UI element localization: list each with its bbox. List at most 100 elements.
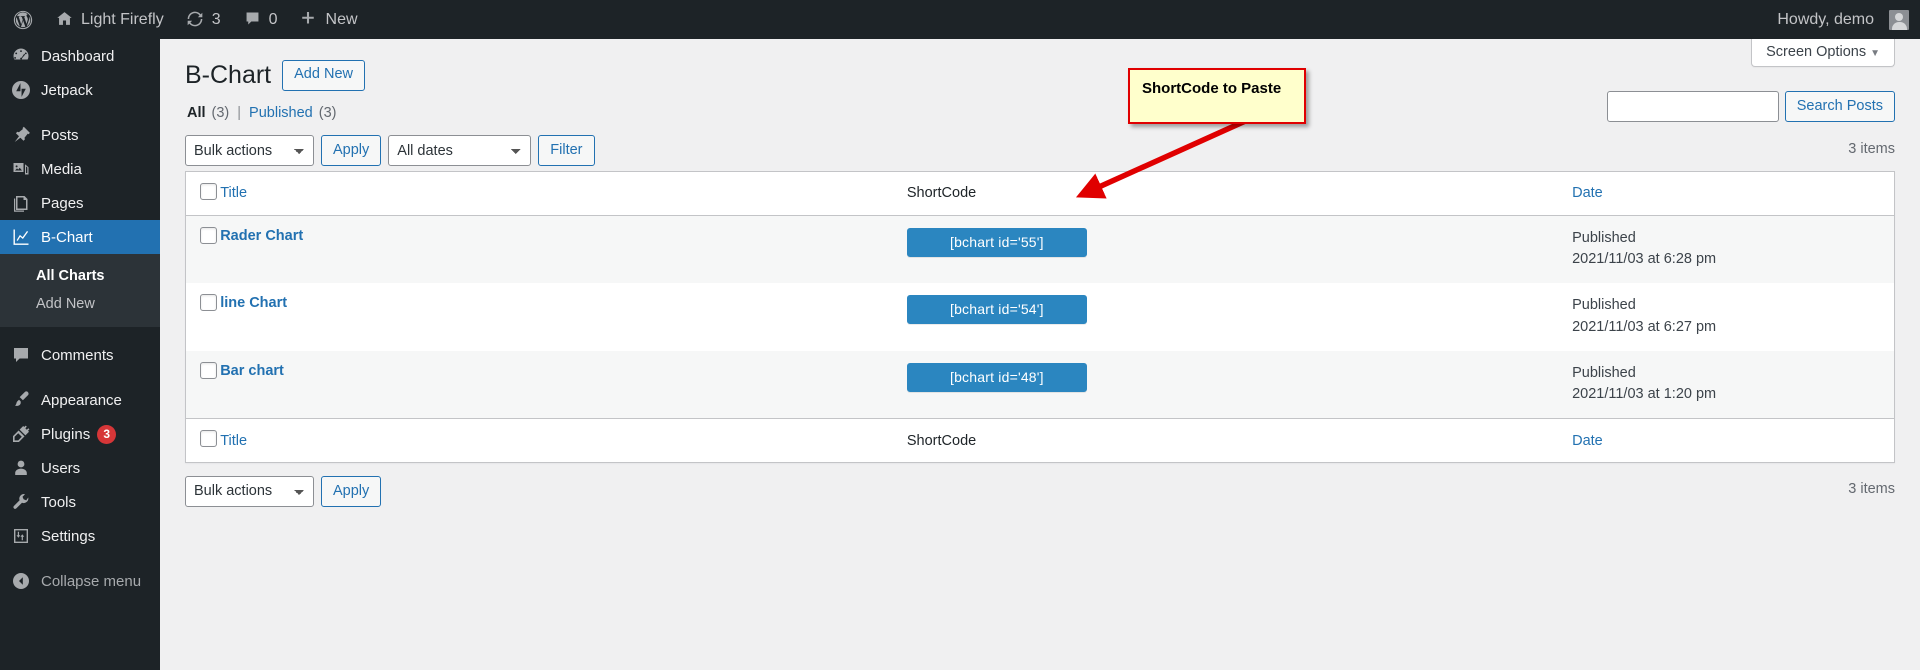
select-all-checkbox-bottom[interactable] (200, 430, 217, 447)
apply-button-top[interactable]: Apply (321, 135, 382, 166)
menu-separator (0, 553, 160, 564)
wrench-icon (11, 492, 31, 512)
table-row: line Chart [bchart id='54'] Published 20… (186, 283, 1894, 351)
chart-title-link[interactable]: Rader Chart (220, 228, 303, 244)
updates-icon (186, 10, 205, 29)
jetpack-icon (11, 80, 31, 100)
shortcode-copy-button[interactable]: [bchart id='55'] (906, 227, 1087, 257)
site-name-menu[interactable]: Light Firefly (44, 0, 175, 39)
table-nav-top: Bulk actionsEditMove to Trash Apply All … (185, 135, 1895, 167)
add-new-button[interactable]: Add New (282, 59, 365, 91)
shortcode-copy-button[interactable]: [bchart id='54'] (906, 295, 1087, 324)
column-footer-date[interactable]: Date (1572, 418, 1894, 462)
column-header-shortcode: ShortCode (906, 171, 1573, 216)
sidebar-item-appearance[interactable]: Appearance (0, 383, 160, 417)
dashboard-icon (11, 46, 31, 66)
select-all-checkbox-top[interactable] (200, 182, 217, 200)
table-footer-row: Title ShortCode Date (186, 418, 1894, 462)
column-footer-title[interactable]: Title (220, 418, 907, 462)
filter-count-published: (3) (318, 104, 337, 121)
row-checkbox[interactable] (200, 294, 217, 311)
sidebar-item-label: Tools (41, 493, 77, 511)
sidebar-item-media[interactable]: Media (0, 152, 160, 186)
filter-count-all: (3) (211, 104, 230, 121)
filter-button[interactable]: Filter (538, 135, 595, 166)
row-status: Published (1572, 229, 1636, 246)
chevron-down-icon: ▼ (1870, 48, 1880, 59)
submenu-item-add-new[interactable]: Add New (0, 290, 160, 318)
wordpress-logo-icon (13, 10, 33, 29)
select-all-header (186, 171, 221, 216)
row-date-cell: Published 2021/11/03 at 6:27 pm (1572, 283, 1894, 351)
media-icon (11, 159, 31, 179)
site-name-label: Light Firefly (81, 10, 164, 28)
sidebar-item-label: Dashboard (41, 47, 115, 65)
sidebar-item-pages[interactable]: Pages (0, 186, 160, 220)
row-status: Published (1572, 364, 1636, 381)
screen-options-label: Screen Options (1766, 44, 1867, 60)
new-content-menu[interactable]: New (289, 0, 369, 39)
menu-separator (0, 327, 160, 338)
sidebar-item-tools[interactable]: Tools (0, 485, 160, 519)
filter-link-all[interactable]: All (187, 105, 206, 121)
plugins-update-badge: 3 (97, 424, 117, 444)
updates-menu[interactable]: 3 (175, 0, 232, 39)
user-icon (11, 458, 31, 478)
howdy-label: Howdy, demo (1777, 10, 1874, 28)
sliders-icon (11, 526, 31, 546)
row-date: 2021/11/03 at 6:27 pm (1572, 318, 1717, 335)
my-account-menu[interactable]: Howdy, demo (1766, 0, 1920, 39)
admin-sidebar-menu: Dashboard Jetpack Posts Media Pages B-Ch… (0, 39, 160, 670)
chart-title-link[interactable]: Bar chart (220, 363, 284, 379)
comments-count: 0 (268, 10, 278, 28)
row-checkbox[interactable] (200, 226, 217, 244)
sidebar-item-settings[interactable]: Settings (0, 519, 160, 553)
sidebar-item-label: Plugins (41, 425, 91, 443)
row-status: Published (1572, 297, 1636, 313)
sidebar-item-label: B-Chart (41, 228, 93, 246)
date-filter-select[interactable]: All datesNovember 2021 (388, 135, 532, 166)
sidebar-item-label: Comments (41, 346, 114, 364)
sidebar-item-dashboard[interactable]: Dashboard (0, 39, 160, 73)
filter-link-published[interactable]: Published (249, 105, 313, 121)
bulk-actions-select-top[interactable]: Bulk actionsEditMove to Trash (185, 135, 314, 166)
collapse-menu-label: Collapse menu (41, 572, 142, 590)
sidebar-item-comments[interactable]: Comments (0, 338, 160, 372)
charts-table: Title ShortCode Date Rader Chart [bchart… (185, 170, 1895, 463)
collapse-arrow-icon (11, 571, 31, 591)
annotation-text: ShortCode to Paste (1142, 80, 1282, 97)
row-checkbox[interactable] (200, 361, 217, 379)
apply-button-bottom[interactable]: Apply (321, 475, 382, 507)
search-posts-button[interactable]: Search Posts (1784, 91, 1895, 122)
sidebar-item-label: Posts (41, 126, 79, 144)
user-avatar-icon (1889, 9, 1909, 30)
menu-separator (0, 107, 160, 118)
column-header-title[interactable]: Title (220, 171, 907, 216)
chart-title-link[interactable]: line Chart (220, 295, 287, 311)
search-input[interactable] (1606, 91, 1779, 122)
screen-meta-links: Screen Options ▼ (1751, 39, 1895, 67)
screen-options-button[interactable]: Screen Options ▼ (1751, 39, 1895, 67)
row-select-cell (186, 283, 220, 351)
row-date: 2021/11/03 at 6:28 pm (1572, 251, 1717, 268)
collapse-menu-button[interactable]: Collapse menu (0, 564, 160, 598)
sidebar-item-posts[interactable]: Posts (0, 118, 160, 152)
bulk-actions-select-bottom[interactable]: Bulk actionsEditMove to Trash (185, 475, 314, 507)
shortcode-copy-button[interactable]: [bchart id='48'] (906, 362, 1087, 392)
submenu-item-all-charts[interactable]: All Charts (0, 262, 160, 290)
comment-bubble-icon (243, 10, 262, 29)
table-header-row: Title ShortCode Date (186, 171, 1894, 216)
pin-icon (11, 125, 31, 145)
row-title-cell: line Chart (220, 283, 907, 351)
column-footer-shortcode: ShortCode (906, 418, 1573, 462)
sidebar-item-label: Users (41, 459, 81, 477)
table-head: Title ShortCode Date (186, 171, 1894, 216)
sidebar-item-jetpack[interactable]: Jetpack (0, 73, 160, 107)
sidebar-item-b-chart[interactable]: B-Chart (0, 220, 160, 254)
sidebar-item-users[interactable]: Users (0, 451, 160, 485)
row-shortcode-cell: [bchart id='55'] (906, 216, 1572, 284)
wordpress-logo-menu[interactable] (0, 0, 44, 39)
column-header-date[interactable]: Date (1572, 171, 1894, 216)
sidebar-item-plugins[interactable]: Plugins 3 (0, 417, 160, 451)
comments-menu[interactable]: 0 (232, 0, 289, 39)
